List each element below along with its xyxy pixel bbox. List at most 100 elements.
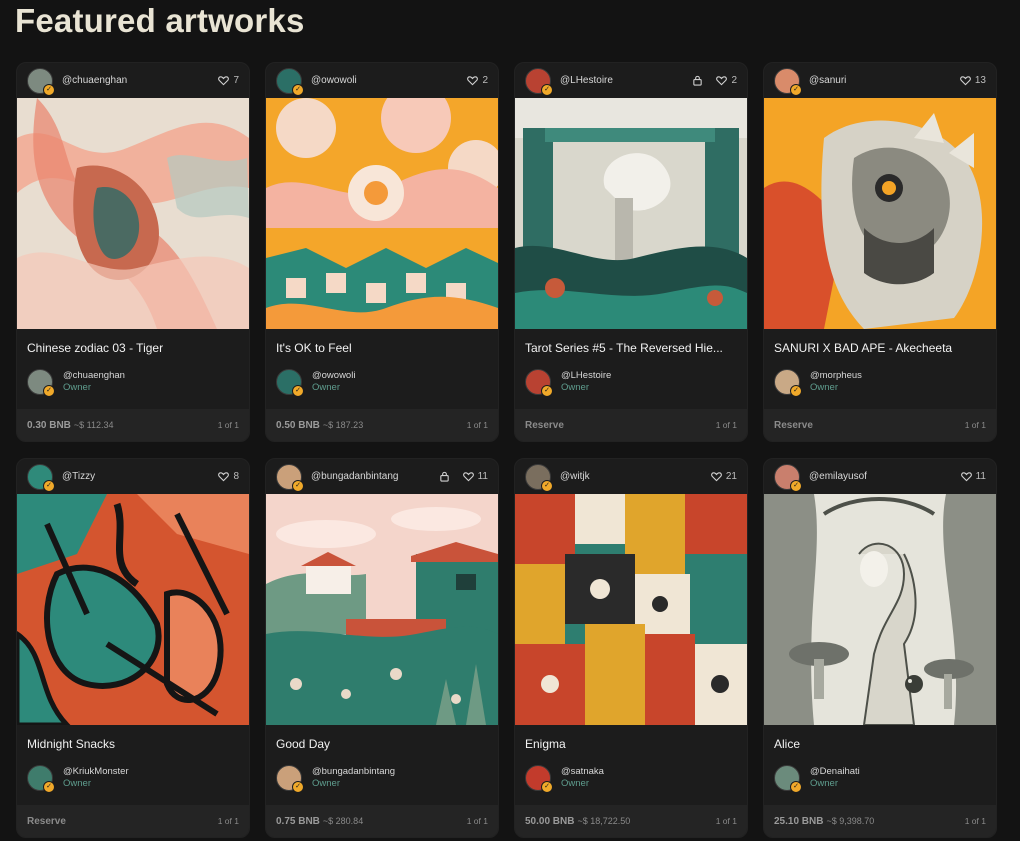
artwork-title[interactable]: Midnight Snacks — [27, 737, 239, 751]
creator-avatar[interactable]: ✓ — [525, 67, 553, 96]
owner-avatar: ✓ — [27, 369, 55, 397]
creator-handle[interactable]: @emilayusof — [809, 471, 961, 482]
creator-handle[interactable]: @owowoli — [311, 75, 467, 86]
artwork-title[interactable]: Tarot Series #5 - The Reversed Hie... — [525, 341, 737, 355]
like-count: 13 — [974, 75, 986, 86]
verified-badge-icon: ✓ — [43, 479, 55, 492]
card-actions: 2 — [692, 75, 737, 86]
artwork-image[interactable] — [17, 494, 249, 725]
creator-avatar[interactable]: ✓ — [27, 67, 55, 96]
artwork-card[interactable]: ✓ @owowoli 2 It's OK to Feel ✓ @owowoli Owner… — [265, 62, 499, 442]
heart-icon[interactable] — [959, 75, 971, 86]
artwork-title[interactable]: Alice — [774, 737, 986, 751]
heart-icon[interactable] — [960, 471, 972, 482]
owner-info[interactable]: ✓ @morpheus Owner — [774, 369, 862, 397]
owner-handle[interactable]: @KriukMonster — [63, 766, 129, 778]
owner-info[interactable]: ✓ @chuaenghan Owner — [27, 369, 125, 397]
artwork-card[interactable]: ✓ @sanuri 13 SANURI X BAD APE - Akecheeta ✓… — [763, 62, 997, 442]
artwork-image[interactable] — [764, 98, 996, 329]
creator-handle[interactable]: @Tizzy — [62, 471, 218, 482]
creator-handle[interactable]: @LHestoire — [560, 75, 692, 86]
owner-info[interactable]: ✓ @Denaihati Owner — [774, 765, 860, 793]
creator-handle[interactable]: @sanuri — [809, 75, 960, 86]
price: 25.10 BNB — [774, 815, 824, 827]
card-actions: 11 — [439, 471, 488, 482]
artwork-frame[interactable] — [266, 494, 498, 725]
artwork-image[interactable] — [515, 494, 747, 725]
artwork-title[interactable]: SANURI X BAD APE - Akecheeta — [774, 341, 986, 355]
creator-avatar[interactable]: ✓ — [276, 67, 304, 96]
reserve-label: Reserve — [774, 419, 813, 431]
artwork-frame[interactable] — [515, 494, 747, 725]
edition-count: 1 of 1 — [964, 420, 986, 430]
owner-handle[interactable]: @satnaka — [561, 766, 604, 778]
heart-icon[interactable] — [218, 471, 230, 482]
artwork-image[interactable] — [266, 98, 498, 329]
like-count: 7 — [233, 75, 239, 86]
artwork-image[interactable] — [515, 98, 747, 329]
heart-icon[interactable] — [710, 471, 722, 482]
creator-handle[interactable]: @witjk — [560, 471, 711, 482]
heart-icon[interactable] — [716, 75, 728, 86]
artwork-image[interactable] — [266, 494, 498, 725]
artwork-frame[interactable] — [764, 98, 996, 329]
creator-handle[interactable]: @chuaenghan — [62, 75, 218, 86]
heart-icon[interactable] — [218, 75, 230, 86]
artwork-frame[interactable] — [17, 494, 249, 725]
artwork-card[interactable]: ✓ @witjk 21 Enigma ✓ @satnaka Owner 50.00 BNB ~… — [514, 458, 748, 838]
card-footer: 0.75 BNB ~$ 280.84 1 of 1 — [266, 805, 498, 837]
artwork-frame[interactable] — [764, 494, 996, 725]
owner-info[interactable]: ✓ @bungadanbintang Owner — [276, 765, 395, 793]
creator-avatar[interactable]: ✓ — [276, 463, 304, 492]
owner-avatar: ✓ — [774, 369, 802, 397]
verified-badge-icon: ✓ — [292, 83, 304, 96]
creator-handle[interactable]: @bungadanbintang — [311, 471, 439, 482]
artwork-title[interactable]: It's OK to Feel — [276, 341, 488, 355]
card-footer: Reserve 1 of 1 — [515, 409, 747, 441]
artwork-title[interactable]: Enigma — [525, 737, 737, 751]
owner-handle[interactable]: @chuaenghan — [63, 370, 125, 382]
owner-info[interactable]: ✓ @KriukMonster Owner — [27, 765, 129, 793]
reserve-label: Reserve — [525, 419, 564, 431]
verified-badge-icon: ✓ — [292, 479, 304, 492]
owner-info[interactable]: ✓ @satnaka Owner — [525, 765, 604, 793]
owner-text: @satnaka Owner — [561, 766, 604, 790]
card-actions: 8 — [218, 471, 239, 482]
heart-icon[interactable] — [467, 75, 479, 86]
reserve-label: Reserve — [27, 815, 66, 827]
creator-avatar[interactable]: ✓ — [525, 463, 553, 492]
artwork-title[interactable]: Good Day — [276, 737, 488, 751]
artwork-card[interactable]: ✓ @Tizzy 8 Midnight Snacks ✓ @KriukMonster Ow… — [16, 458, 250, 838]
artwork-frame[interactable] — [515, 98, 747, 329]
owner-text: @Denaihati Owner — [810, 766, 860, 790]
verified-badge-icon: ✓ — [541, 781, 553, 793]
owner-handle[interactable]: @bungadanbintang — [312, 766, 395, 778]
artwork-image[interactable] — [17, 98, 249, 329]
owner-info[interactable]: ✓ @owowoli Owner — [276, 369, 355, 397]
artwork-card[interactable]: ✓ @emilayusof 11 Alice ✓ @Denaihati Owner 25.1… — [763, 458, 997, 838]
creator-avatar[interactable]: ✓ — [27, 463, 55, 492]
like-count: 2 — [482, 75, 488, 86]
verified-badge-icon: ✓ — [790, 781, 802, 793]
verified-badge-icon: ✓ — [43, 83, 55, 96]
like-count: 21 — [725, 471, 737, 482]
owner-handle[interactable]: @owowoli — [312, 370, 355, 382]
artwork-card[interactable]: ✓ @LHestoire 2 Tarot Series #5 - The Rever… — [514, 62, 748, 442]
edition-count: 1 of 1 — [715, 816, 737, 826]
artwork-card[interactable]: ✓ @bungadanbintang 11 Good Day ✓ @bungadanbi… — [265, 458, 499, 838]
creator-avatar[interactable]: ✓ — [774, 67, 802, 96]
card-footer: 0.30 BNB ~$ 112.34 1 of 1 — [17, 409, 249, 441]
owner-handle[interactable]: @LHestoire — [561, 370, 611, 382]
artwork-title[interactable]: Chinese zodiac 03 - Tiger — [27, 341, 239, 355]
owner-handle[interactable]: @Denaihati — [810, 766, 860, 778]
owner-avatar: ✓ — [27, 765, 55, 793]
artwork-image[interactable] — [764, 494, 996, 725]
artwork-frame[interactable] — [17, 98, 249, 329]
owner-info[interactable]: ✓ @LHestoire Owner — [525, 369, 611, 397]
verified-badge-icon: ✓ — [292, 385, 304, 397]
artwork-frame[interactable] — [266, 98, 498, 329]
owner-handle[interactable]: @morpheus — [810, 370, 862, 382]
heart-icon[interactable] — [462, 471, 474, 482]
creator-avatar[interactable]: ✓ — [774, 463, 802, 492]
artwork-card[interactable]: ✓ @chuaenghan 7 Chinese zodiac 03 - Tiger ✓… — [16, 62, 250, 442]
